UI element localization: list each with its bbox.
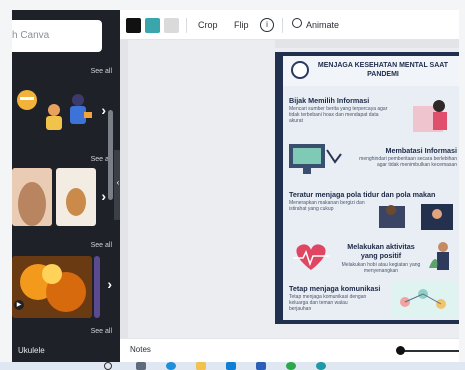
animate-button[interactable]: Animate: [306, 20, 339, 30]
poster-logo: [291, 61, 309, 79]
poster-section-heading: Melakukan aktivitas yang positif: [347, 242, 415, 260]
chevron-right-icon[interactable]: ›: [107, 276, 112, 292]
chevron-right-icon[interactable]: ›: [101, 102, 106, 118]
communication-illustration: [391, 282, 457, 323]
zoom-slider-handle[interactable]: [396, 346, 405, 355]
toolbar-divider: [282, 18, 283, 33]
poster-header: MENJAGA KESEHATAN MENTAL SAAT PANDEMI: [283, 56, 459, 86]
canva-app-icon[interactable]: [316, 362, 326, 370]
poster-page[interactable]: MENJAGA KESEHATAN MENTAL SAAT PANDEMI Bi…: [275, 52, 459, 324]
illustration-thumbnail[interactable]: [40, 82, 100, 140]
color-swatch[interactable]: [126, 18, 141, 33]
poster-title: MENJAGA KESEHATAN MENTAL SAAT PANDEMI: [317, 62, 449, 78]
toolbar-divider: [186, 18, 187, 33]
poster-section-body: Melakukan hobi atau kegiatan yang menyen…: [341, 262, 421, 274]
window-frame-top: [0, 0, 465, 10]
chrome-icon[interactable]: [286, 362, 296, 370]
animate-icon: [292, 18, 302, 28]
video-thumbnail[interactable]: [94, 256, 100, 318]
notes-bar: Notes: [120, 338, 459, 362]
color-swatch[interactable]: [164, 18, 179, 33]
elements-row: ›: [12, 82, 120, 140]
canva-editor: h Canva See all › See all › See all ▶ › …: [0, 0, 465, 370]
play-icon: ▶: [14, 300, 24, 310]
poster-content: MENJAGA KESEHATAN MENTAL SAAT PANDEMI Bi…: [283, 56, 459, 320]
monitor-illustration: [289, 144, 345, 181]
notes-button[interactable]: Notes: [130, 345, 151, 354]
os-taskbar: [0, 362, 465, 370]
illustration-thumbnail[interactable]: [12, 82, 42, 140]
photo-thumbnail[interactable]: [12, 168, 52, 226]
file-explorer-icon[interactable]: [196, 362, 206, 370]
videos-row: ▶ ›: [12, 256, 120, 318]
window-frame-right: [459, 0, 465, 370]
audio-category-label: Ukulele: [18, 346, 45, 355]
search-icon[interactable]: [104, 362, 112, 370]
store-icon[interactable]: [226, 362, 236, 370]
reading-person-illustration: [409, 96, 457, 141]
photo-thumbnail[interactable]: [56, 168, 96, 226]
search-input[interactable]: h Canva: [12, 20, 102, 52]
design-canvas-area: MENJAGA KESEHATAN MENTAL SAAT PANDEMI Bi…: [120, 40, 459, 338]
poster-section-body: Mencari sumber berita yang terpercaya ag…: [289, 106, 388, 124]
plant-person-illustration: [429, 238, 457, 277]
window-frame-left: [0, 0, 12, 370]
word-icon[interactable]: [256, 362, 266, 370]
poster-section-heading: Membatasi Informasi: [385, 146, 458, 155]
see-all-link[interactable]: See all: [91, 68, 112, 75]
crop-button[interactable]: Crop: [198, 20, 218, 30]
poster-section-heading: Teratur menjaga pola tidur dan pola maka…: [289, 190, 436, 199]
zoom-slider-track[interactable]: [400, 350, 459, 352]
see-all-link[interactable]: See all: [91, 328, 112, 335]
photos-row: ›: [12, 168, 120, 226]
poster-section-heading: Bijak Memilih Informasi: [289, 96, 370, 105]
color-swatch[interactable]: [145, 18, 160, 33]
sleeping-person-illustration: [377, 200, 457, 239]
poster-section-body: Menerapkan makanan bergizi dan istirahat…: [289, 200, 365, 212]
see-all-link[interactable]: See all: [91, 242, 112, 249]
heart-illustration: [291, 242, 331, 277]
poster-section-body: menghindari pemberitaan secara berlebiha…: [359, 156, 457, 168]
info-icon[interactable]: i: [260, 18, 274, 32]
elements-side-panel: h Canva See all › See all › See all ▶ › …: [12, 10, 120, 362]
vertical-ruler: [120, 40, 128, 338]
editor-toolbar: Crop Flip i Animate: [120, 10, 459, 40]
search-input-placeholder: h Canva: [12, 30, 50, 41]
poster-section-heading: Tetap menjaga komunikasi: [289, 284, 381, 293]
horizontal-ruler: [275, 40, 459, 48]
chevron-right-icon[interactable]: ›: [101, 188, 106, 204]
video-thumbnail[interactable]: [12, 256, 92, 318]
task-view-icon[interactable]: [136, 362, 146, 370]
poster-section-body: Tetap menjaga komunikasi dengan keluarga…: [289, 294, 367, 312]
side-panel-scrollbar[interactable]: [108, 110, 113, 200]
edge-browser-icon[interactable]: [166, 362, 176, 370]
flip-button[interactable]: Flip: [234, 20, 249, 30]
chevron-left-icon: ‹: [116, 178, 120, 187]
